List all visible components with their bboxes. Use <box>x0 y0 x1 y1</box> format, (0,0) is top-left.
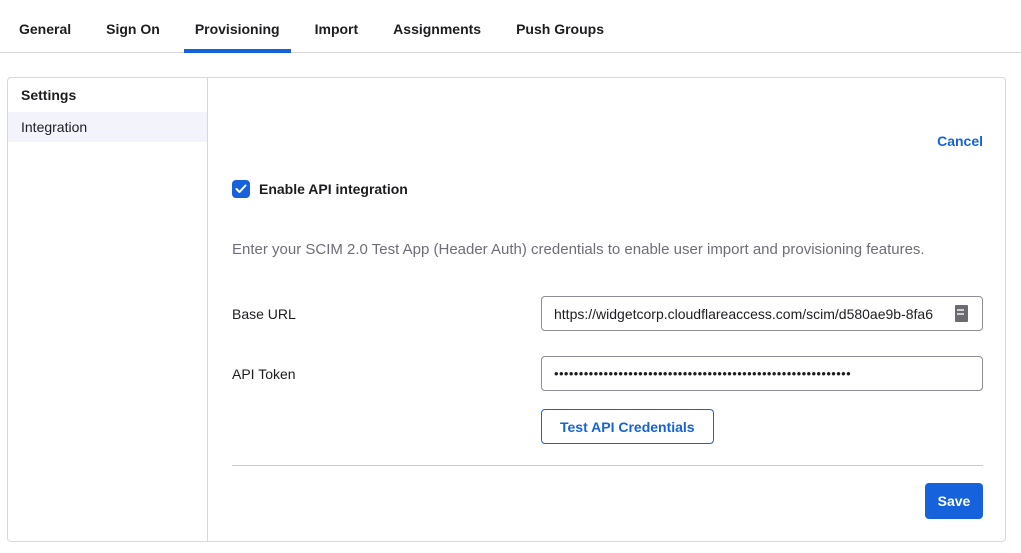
api-token-input-shell <box>541 356 983 391</box>
tab-general[interactable]: General <box>8 21 82 52</box>
api-token-field-row: API Token <box>232 356 983 391</box>
provisioning-panel: Settings Integration Cancel Enable API i… <box>7 77 1006 542</box>
api-token-label: API Token <box>232 366 296 382</box>
cancel-button[interactable]: Cancel <box>937 133 983 149</box>
base-url-input[interactable] <box>541 296 983 331</box>
text-selection-cursor <box>955 305 968 322</box>
tab-provisioning[interactable]: Provisioning <box>184 21 291 52</box>
tab-import[interactable]: Import <box>304 21 370 52</box>
enable-api-checkbox[interactable] <box>232 180 250 198</box>
enable-api-row: Enable API integration <box>232 180 983 198</box>
base-url-label: Base URL <box>232 306 296 322</box>
api-token-input[interactable] <box>541 356 983 391</box>
tab-push-groups[interactable]: Push Groups <box>505 21 615 52</box>
footer-divider <box>232 465 983 466</box>
settings-sidebar: Settings Integration <box>8 78 208 541</box>
credentials-description: Enter your SCIM 2.0 Test App (Header Aut… <box>232 241 983 258</box>
test-api-credentials-button[interactable]: Test API Credentials <box>541 409 714 444</box>
save-button[interactable]: Save <box>925 483 983 519</box>
tab-sign-on[interactable]: Sign On <box>95 21 171 52</box>
form-header-actions: Cancel <box>232 133 983 149</box>
tab-assignments[interactable]: Assignments <box>382 21 492 52</box>
integration-form: Cancel Enable API integration Enter your… <box>208 78 1005 541</box>
sidebar-heading: Settings <box>8 87 207 103</box>
app-tabbar: General Sign On Provisioning Import Assi… <box>0 0 1021 53</box>
base-url-field-row: Base URL <box>232 296 983 331</box>
base-url-input-shell <box>541 296 983 331</box>
test-credentials-aligner: Test API Credentials <box>541 409 983 444</box>
sidebar-item-integration[interactable]: Integration <box>8 112 207 142</box>
checkmark-icon <box>235 184 247 194</box>
footer-actions: Save <box>232 483 983 519</box>
test-credentials-row: Test API Credentials <box>232 409 983 444</box>
enable-api-label: Enable API integration <box>259 181 408 197</box>
